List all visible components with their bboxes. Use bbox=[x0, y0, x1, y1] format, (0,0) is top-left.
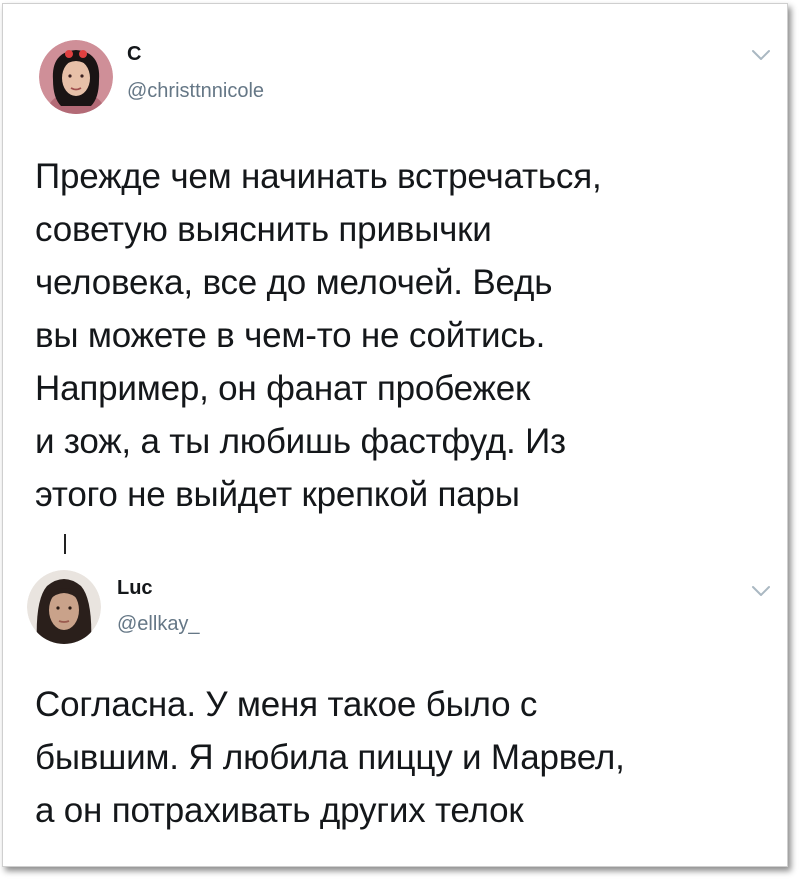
user-avatar-icon bbox=[39, 40, 113, 114]
screenshot-frame: С @christtnnicole Прежде чем начинать вс… bbox=[2, 3, 788, 867]
username-handle[interactable]: @ellkay_ bbox=[117, 613, 200, 636]
tweet-text-line: Прежде чем начинать встречаться, bbox=[35, 157, 602, 196]
tweet-text-line: а он потрахивать других телок bbox=[35, 791, 524, 830]
avatar[interactable] bbox=[39, 40, 113, 114]
tweet-text-line: этого не выйдет крепкой пары bbox=[35, 475, 520, 514]
tweet-text: Согласна. У меня такое было с бывшим. Я … bbox=[35, 678, 775, 837]
tweet-text-line: Согласна. У меня такое было с bbox=[35, 685, 538, 724]
chevron-down-icon[interactable] bbox=[751, 48, 771, 62]
avatar[interactable] bbox=[27, 570, 101, 644]
tweet-text-line: человека, все до мелочей. Ведь bbox=[35, 263, 553, 302]
tweet-text-line: Например, он фанат пробежек bbox=[35, 369, 531, 408]
thread-connector bbox=[64, 534, 66, 554]
display-name[interactable]: Luc bbox=[117, 577, 153, 600]
display-name[interactable]: С bbox=[127, 43, 141, 66]
chevron-down-icon[interactable] bbox=[751, 584, 771, 598]
tweet-text: Прежде чем начинать встречаться, советую… bbox=[35, 150, 775, 521]
tweet-text-line: бывшим. Я любила пиццу и Марвел, bbox=[35, 738, 625, 777]
tweet-text-line: советую выяснить привычки bbox=[35, 210, 492, 249]
user-avatar-icon bbox=[27, 570, 101, 644]
tweet-text-line: и зож, а ты любишь фастфуд. Из bbox=[35, 422, 566, 461]
tweet-text-line: вы можете в чем-то не сойтись. bbox=[35, 316, 546, 355]
username-handle[interactable]: @christtnnicole bbox=[127, 80, 264, 103]
